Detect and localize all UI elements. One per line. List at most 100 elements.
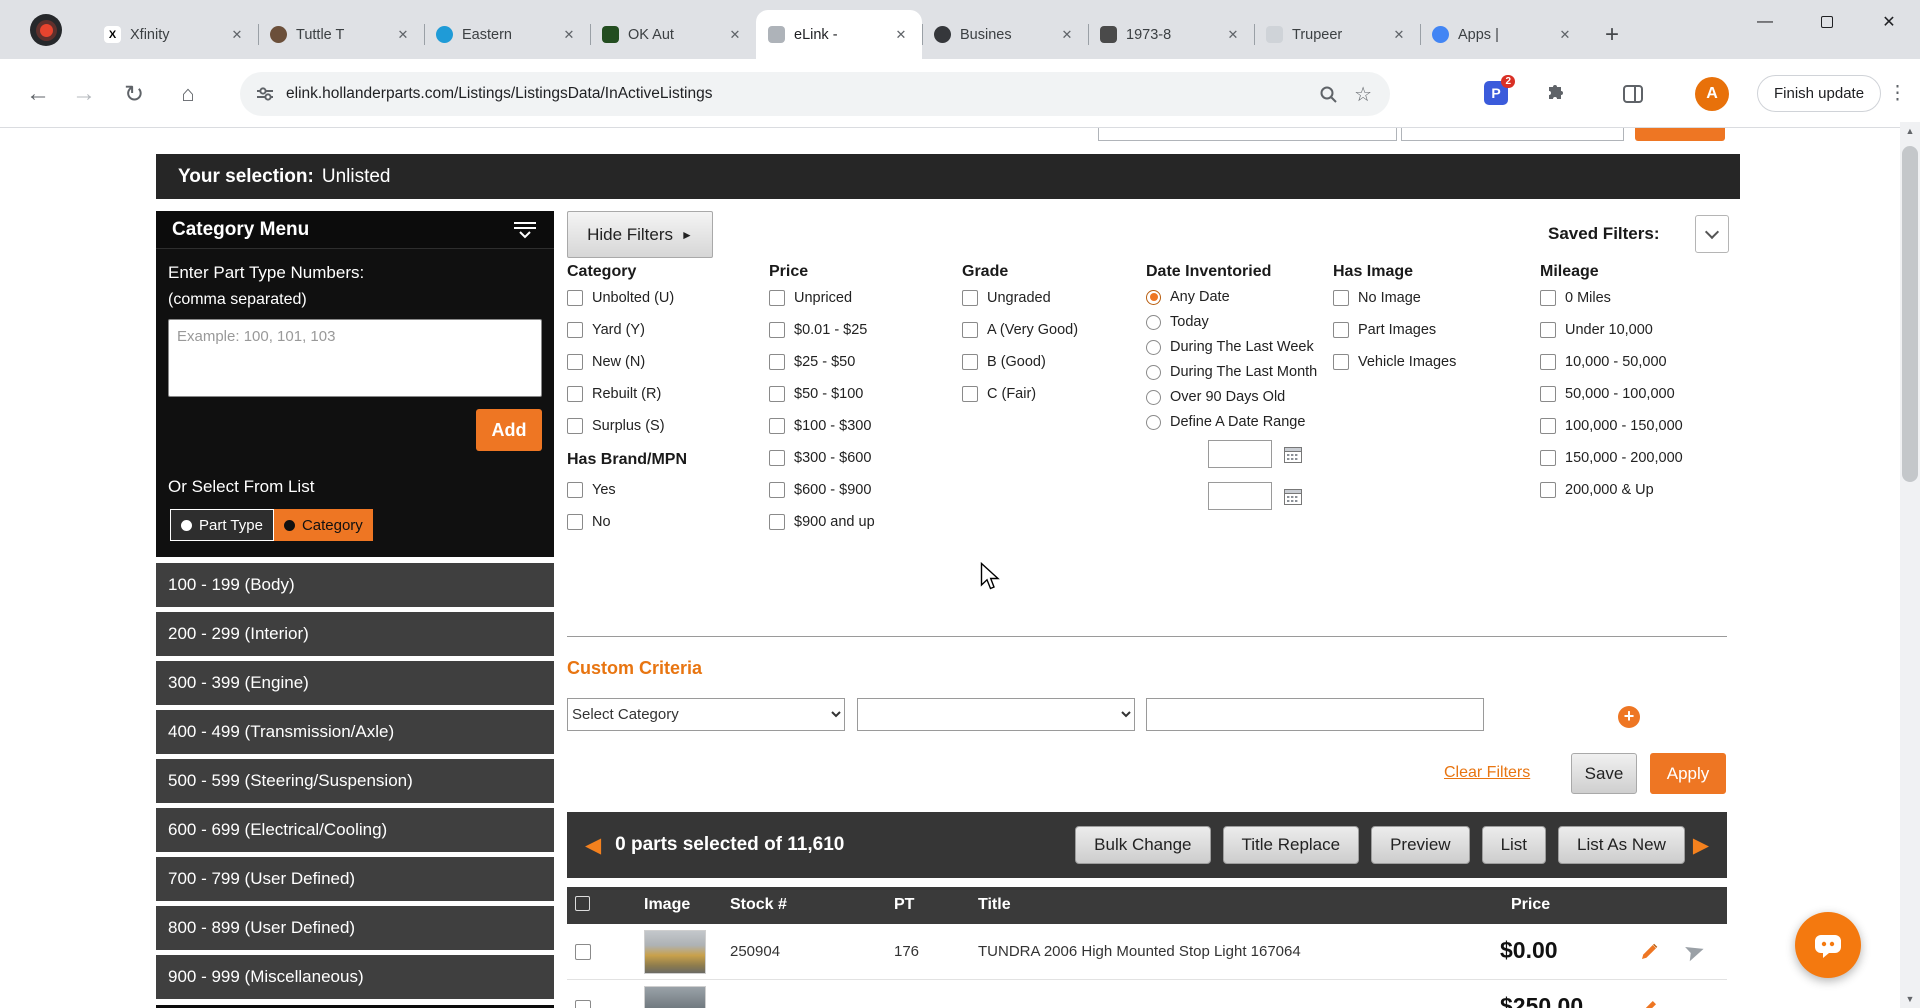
checkbox-icon[interactable] [567,290,583,306]
select-all-checkbox[interactable] [575,896,590,911]
filter-option[interactable]: B (Good) [962,351,1137,373]
filter-option[interactable]: Unbolted (U) [567,287,757,309]
checkbox-icon[interactable] [1540,450,1556,466]
tab-close-icon[interactable]: ✕ [1058,26,1076,44]
add-criteria-icon[interactable]: + [1618,706,1640,728]
recording-indicator-icon[interactable] [30,14,62,46]
address-bar[interactable]: elink.hollanderparts.com/Listings/Listin… [240,72,1390,116]
home-button[interactable]: ⌂ [170,76,206,112]
checkbox-icon[interactable] [962,386,978,402]
parts-action-button[interactable]: List [1482,826,1546,864]
parts-action-button[interactable]: Title Replace [1223,826,1360,864]
filter-option[interactable]: During The Last Week [1146,337,1346,357]
filter-option[interactable]: 0 Miles [1540,287,1727,309]
edit-icon[interactable] [1639,941,1660,967]
back-button[interactable]: ← [20,76,56,112]
minimize-button[interactable]: — [1734,0,1796,44]
checkbox-icon[interactable] [769,514,785,530]
filter-option[interactable]: No [567,511,757,533]
checkbox-icon[interactable] [567,354,583,370]
maximize-button[interactable] [1796,0,1858,44]
tab-tuttle[interactable]: Tuttle T✕ [258,10,424,59]
filter-option[interactable]: During The Last Month [1146,362,1346,382]
tab-close-icon[interactable]: ✕ [228,26,246,44]
tab-close-icon[interactable]: ✕ [1556,26,1574,44]
checkbox-icon[interactable] [567,322,583,338]
part-numbers-input[interactable] [168,319,542,397]
filter-option[interactable]: New (N) [567,351,757,373]
listing-row[interactable]: 250904 176 TUNDRA 2006 High Mounted Stop… [567,924,1727,980]
toggle-part-type[interactable]: Part Type [170,509,274,541]
filter-option[interactable]: Under 10,000 [1540,319,1727,341]
reload-button[interactable]: ↻ [116,76,152,112]
add-button[interactable]: Add [476,409,542,451]
filter-option[interactable]: 10,000 - 50,000 [1540,351,1727,373]
chat-widget-button[interactable] [1795,912,1861,978]
forward-button[interactable]: → [66,76,102,112]
date-to-input[interactable] [1208,482,1272,510]
checkbox-icon[interactable] [769,450,785,466]
radio-icon[interactable] [1146,340,1161,355]
radio-icon[interactable] [1146,365,1161,380]
profile-avatar[interactable]: A [1695,77,1729,111]
finish-update-button[interactable]: Finish update [1757,75,1881,112]
row-checkbox[interactable] [575,944,591,960]
category-range-item[interactable]: 900 - 999 (Miscellaneous) [156,955,554,999]
bookmark-star-icon[interactable]: ☆ [1354,82,1372,107]
scroll-up-icon[interactable]: ▲ [1900,122,1920,140]
parts-action-button[interactable]: Preview [1371,826,1469,864]
checkbox-icon[interactable] [567,482,583,498]
filter-option[interactable]: Ungraded [962,287,1137,309]
close-button[interactable]: ✕ [1858,0,1920,44]
checkbox-icon[interactable] [962,322,978,338]
filter-option[interactable]: Unpriced [769,287,954,309]
tab-close-icon[interactable]: ✕ [560,26,578,44]
new-tab-button[interactable]: + [1598,22,1626,50]
category-range-item[interactable]: 700 - 799 (User Defined) [156,857,554,901]
site-settings-icon[interactable] [256,85,274,103]
filter-option[interactable]: 50,000 - 100,000 [1540,383,1727,405]
category-range-item[interactable]: 400 - 499 (Transmission/Axle) [156,710,554,754]
filter-option[interactable]: 200,000 & Up [1540,479,1727,501]
checkbox-icon[interactable] [1540,386,1556,402]
checkbox-icon[interactable] [1540,354,1556,370]
scrollbar-thumb[interactable] [1902,146,1918,482]
checkbox-icon[interactable] [769,354,785,370]
edit-icon[interactable] [1639,997,1660,1008]
apply-filters-button[interactable]: Apply [1650,753,1726,794]
filter-option[interactable]: 100,000 - 150,000 [1540,415,1727,437]
tab-business[interactable]: Busines✕ [922,10,1088,59]
checkbox-icon[interactable] [962,354,978,370]
listing-row[interactable]: $250.00 [567,980,1727,1008]
hide-filters-button[interactable]: Hide Filters ► [567,211,713,258]
filter-option[interactable]: $600 - $900 [769,479,954,501]
page-scrollbar[interactable]: ▲ ▼ [1900,122,1920,1008]
url-text[interactable]: elink.hollanderparts.com/Listings/Listin… [286,85,1319,103]
parts-action-button[interactable]: Bulk Change [1075,826,1210,864]
filter-option[interactable]: Rebuilt (R) [567,383,757,405]
checkbox-icon[interactable] [769,482,785,498]
radio-icon[interactable] [1146,315,1161,330]
search-dropdown-partial[interactable] [1098,128,1397,141]
tab-trupeer[interactable]: Trupeer✕ [1254,10,1420,59]
checkbox-icon[interactable] [1540,418,1556,434]
parts-action-button[interactable]: List As New [1558,826,1685,864]
tab-elink-active[interactable]: eLink -✕ [756,10,922,59]
filter-option[interactable]: No Image [1333,287,1533,309]
filter-option[interactable]: Today [1146,312,1346,332]
extensions-puzzle-icon[interactable] [1537,76,1573,112]
scroll-down-icon[interactable]: ▼ [1900,990,1920,1008]
category-range-item[interactable]: 600 - 699 (Electrical/Cooling) [156,808,554,852]
filter-option[interactable]: Surplus (S) [567,415,757,437]
password-extension-icon[interactable]: P2 [1484,81,1508,105]
filter-option[interactable]: $25 - $50 [769,351,954,373]
filter-option[interactable]: Define A Date Range [1146,412,1346,432]
tab-1973[interactable]: 1973-8✕ [1088,10,1254,59]
filter-option[interactable]: $0.01 - $25 [769,319,954,341]
checkbox-icon[interactable] [1540,290,1556,306]
category-range-item[interactable]: 300 - 399 (Engine) [156,661,554,705]
filter-option[interactable]: $50 - $100 [769,383,954,405]
category-range-item[interactable]: 800 - 899 (User Defined) [156,906,554,950]
tab-eastern[interactable]: Eastern✕ [424,10,590,59]
next-page-icon[interactable]: ▶ [1693,833,1709,858]
